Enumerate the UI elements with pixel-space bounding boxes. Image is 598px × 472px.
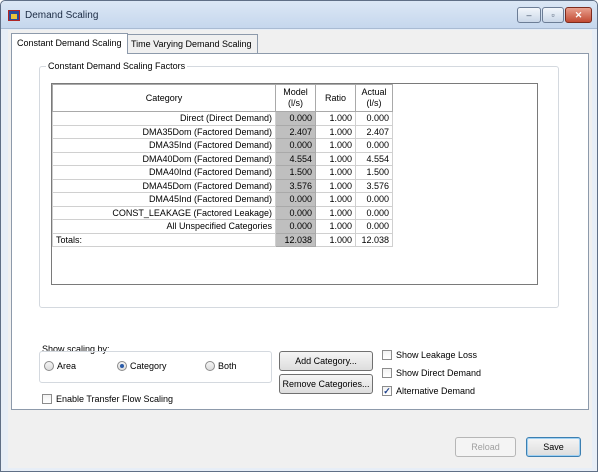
table-row[interactable]: DMA35Dom (Factored Demand) 2.407 1.000 2.40… <box>52 124 393 139</box>
radio-area-label[interactable]: Area <box>57 361 76 371</box>
cell-category: DMA35Ind (Factored Demand) <box>52 138 276 153</box>
scaling-factors-table: Category Model (l/s) Ratio Actual (l/s) Di… <box>52 84 393 247</box>
scaling-factors-group-title: Constant Demand Scaling Factors <box>46 61 188 71</box>
app-icon <box>8 10 20 21</box>
demand-scaling-window: Demand Scaling – ▫ ✕ Constant Demand Sca… <box>0 0 598 472</box>
radio-both-label[interactable]: Both <box>218 361 237 371</box>
alternative-demand-label[interactable]: Alternative Demand <box>396 386 475 396</box>
radio-area[interactable] <box>44 361 54 371</box>
cell-model: 0.000 <box>275 219 316 234</box>
totals-actual: 12.038 <box>355 232 393 247</box>
cell-category: Direct (Direct Demand) <box>52 111 276 126</box>
cell-actual: 0.000 <box>355 138 393 153</box>
enable-transfer-flow-label[interactable]: Enable Transfer Flow Scaling <box>56 394 173 404</box>
cell-model: 3.576 <box>275 178 316 193</box>
table-row[interactable]: DMA40Ind (Factored Demand) 1.500 1.000 1.50… <box>52 165 393 180</box>
cell-actual: 2.407 <box>355 124 393 139</box>
cell-model: 2.407 <box>275 124 316 139</box>
cell-model: 4.554 <box>275 151 316 166</box>
table-row[interactable]: DMA45Ind (Factored Demand) 0.000 1.000 0.00… <box>52 192 393 207</box>
column-header-actual[interactable]: Actual (l/s) <box>355 84 393 112</box>
scaling-factors-grid[interactable]: Category Model (l/s) Ratio Actual (l/s) Di… <box>51 83 538 285</box>
enable-transfer-flow-checkbox[interactable] <box>42 394 52 404</box>
cell-actual: 0.000 <box>355 205 393 220</box>
constant-demand-scaling-panel: Constant Demand Scaling Factors Category… <box>11 53 589 410</box>
cell-ratio[interactable]: 1.000 <box>315 205 356 220</box>
cell-category: DMA45Dom (Factored Demand) <box>52 178 276 193</box>
dialog-client: Constant Demand Scaling Time Varying Dem… <box>8 30 592 468</box>
table-row[interactable]: DMA40Dom (Factored Demand) 4.554 1.000 4.55… <box>52 151 393 166</box>
cell-category: CONST_LEAKAGE (Factored Leakage) <box>52 205 276 220</box>
cell-ratio[interactable]: 1.000 <box>315 138 356 153</box>
add-category-button[interactable]: Add Category... <box>279 351 373 371</box>
radio-category-label[interactable]: Category <box>130 361 167 371</box>
show-direct-demand-checkbox[interactable] <box>382 368 392 378</box>
totals-label: Totals: <box>52 232 276 247</box>
column-header-category[interactable]: Category <box>52 84 276 112</box>
show-direct-demand-label[interactable]: Show Direct Demand <box>396 368 481 378</box>
table-row[interactable]: DMA35Ind (Factored Demand) 0.000 1.000 0.00… <box>52 138 393 153</box>
title-bar[interactable]: Demand Scaling – ▫ ✕ <box>1 1 597 29</box>
show-leakage-loss-checkbox[interactable] <box>382 350 392 360</box>
table-row[interactable]: All Unspecified Categories 0.000 1.000 0.00… <box>52 219 393 234</box>
cell-category: DMA35Dom (Factored Demand) <box>52 124 276 139</box>
cell-ratio[interactable]: 1.000 <box>315 192 356 207</box>
table-row[interactable]: Direct (Direct Demand) 0.000 1.000 0.000 <box>52 111 393 126</box>
cell-actual: 3.576 <box>355 178 393 193</box>
table-row[interactable]: DMA45Dom (Factored Demand) 3.576 1.000 3.57… <box>52 178 393 193</box>
cell-category: DMA40Ind (Factored Demand) <box>52 165 276 180</box>
totals-row: Totals: 12.038 1.000 12.038 <box>52 232 393 247</box>
remove-categories-button[interactable]: Remove Categories... <box>279 374 373 394</box>
cell-ratio[interactable]: 1.000 <box>315 124 356 139</box>
cell-model: 0.000 <box>275 205 316 220</box>
cell-model: 0.000 <box>275 111 316 126</box>
minimize-icon: – <box>526 10 532 20</box>
cell-ratio[interactable]: 1.000 <box>315 111 356 126</box>
cell-category: All Unspecified Categories <box>52 219 276 234</box>
totals-model: 12.038 <box>275 232 316 247</box>
cell-ratio[interactable]: 1.000 <box>315 165 356 180</box>
cell-actual: 0.000 <box>355 111 393 126</box>
close-button[interactable]: ✕ <box>565 7 592 23</box>
tab-time-varying-demand-scaling[interactable]: Time Varying Demand Scaling <box>125 34 258 53</box>
save-button[interactable]: Save <box>526 437 581 457</box>
cell-model: 0.000 <box>275 138 316 153</box>
column-header-model[interactable]: Model (l/s) <box>275 84 316 112</box>
cell-ratio[interactable]: 1.000 <box>315 219 356 234</box>
radio-both[interactable] <box>205 361 215 371</box>
alternative-demand-checkbox[interactable]: ✓ <box>382 386 392 396</box>
show-scaling-group: Area Category Both <box>39 351 272 383</box>
restore-icon: ▫ <box>551 10 555 20</box>
column-header-ratio[interactable]: Ratio <box>315 84 356 112</box>
cell-model: 0.000 <box>275 192 316 207</box>
radio-category[interactable] <box>117 361 127 371</box>
tab-constant-demand-scaling[interactable]: Constant Demand Scaling <box>11 33 128 54</box>
cell-category: DMA40Dom (Factored Demand) <box>52 151 276 166</box>
reload-button[interactable]: Reload <box>455 437 516 457</box>
maximize-button[interactable]: ▫ <box>542 7 564 23</box>
show-leakage-loss-label[interactable]: Show Leakage Loss <box>396 350 477 360</box>
close-icon: ✕ <box>574 9 583 20</box>
window-title: Demand Scaling <box>25 10 99 21</box>
scaling-factors-group: Constant Demand Scaling Factors Category… <box>39 61 559 308</box>
cell-actual: 1.500 <box>355 165 393 180</box>
cell-actual: 0.000 <box>355 192 393 207</box>
cell-actual: 4.554 <box>355 151 393 166</box>
cell-actual: 0.000 <box>355 219 393 234</box>
totals-ratio: 1.000 <box>315 232 356 247</box>
table-row[interactable]: CONST_LEAKAGE (Factored Leakage) 0.000 1.0… <box>52 205 393 220</box>
scaling-factors-rows: Direct (Direct Demand) 0.000 1.000 0.000 DMA… <box>52 111 393 247</box>
cell-ratio[interactable]: 1.000 <box>315 178 356 193</box>
cell-model: 1.500 <box>275 165 316 180</box>
cell-ratio[interactable]: 1.000 <box>315 151 356 166</box>
cell-category: DMA45Ind (Factored Demand) <box>52 192 276 207</box>
minimize-button[interactable]: – <box>517 7 541 23</box>
